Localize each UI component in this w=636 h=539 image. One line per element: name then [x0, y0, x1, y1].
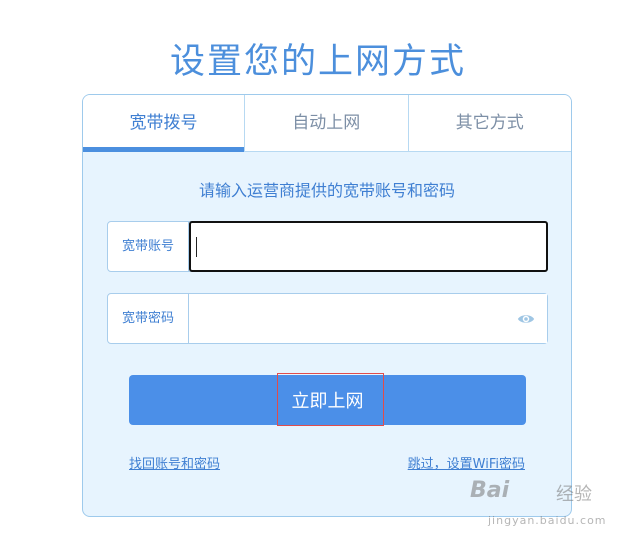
setup-card: 宽带拨号 自动上网 其它方式 请输入运营商提供的宽带账号和密码 宽带账号 宽带密… [82, 94, 572, 517]
password-input[interactable] [189, 294, 547, 343]
skip-setup-wifi-link[interactable]: 跳过，设置WiFi密码 [408, 453, 525, 472]
form-subtitle: 请输入运营商提供的宽带账号和密码 [198, 181, 455, 200]
account-label: 宽带账号 [108, 222, 189, 271]
tab-pppoe[interactable]: 宽带拨号 [83, 95, 244, 152]
tab-dhcp[interactable]: 自动上网 [244, 95, 408, 151]
account-field: 宽带账号 [107, 221, 548, 272]
text-caret [196, 237, 197, 257]
page-title: 设置您的上网方式 [169, 42, 466, 82]
password-field: 宽带密码 [107, 293, 548, 344]
recover-account-link[interactable]: 找回账号和密码 [129, 453, 220, 472]
account-input[interactable] [189, 221, 548, 272]
tab-other[interactable]: 其它方式 [407, 95, 572, 151]
mode-tabs: 宽带拨号 自动上网 其它方式 [83, 95, 571, 152]
eye-icon[interactable] [517, 310, 535, 328]
connect-button[interactable]: 立即上网 [129, 375, 526, 425]
password-label: 宽带密码 [108, 294, 189, 343]
